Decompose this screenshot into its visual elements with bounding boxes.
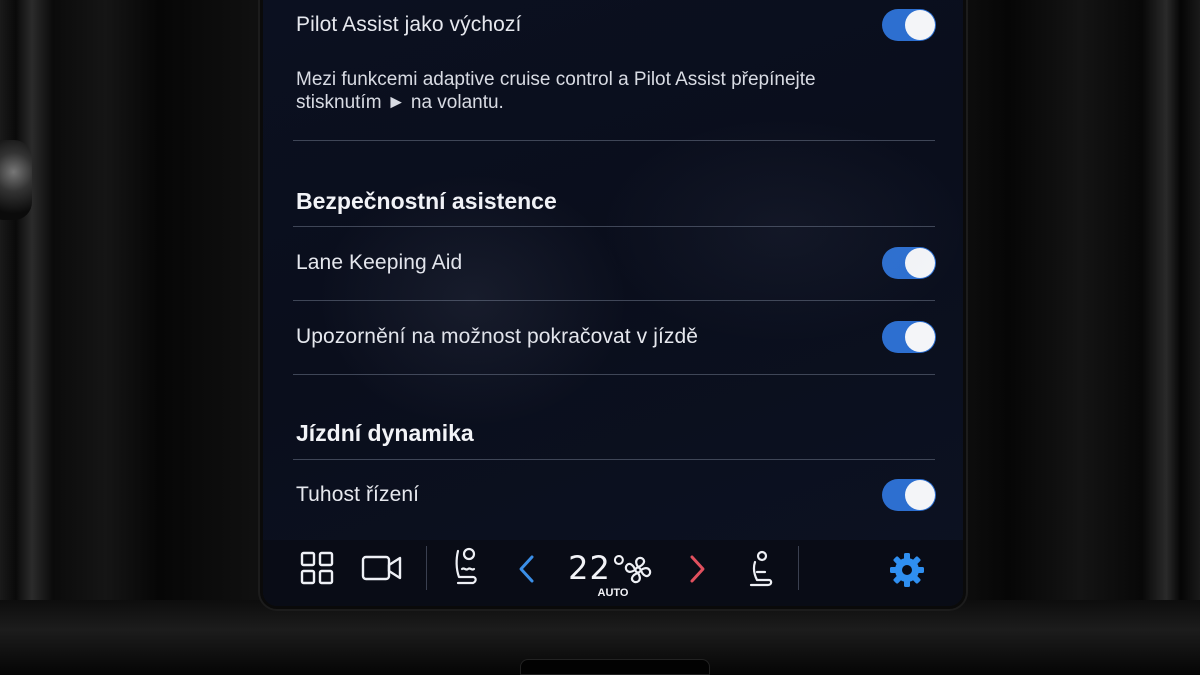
dashboard-bezel-right bbox=[960, 0, 1200, 675]
steering-force-toggle[interactable] bbox=[882, 479, 936, 511]
description-line: stisknutím ► na volantu. bbox=[296, 92, 504, 113]
pilot-assist-description: Mezi funkcemi adaptive cruise control a … bbox=[296, 68, 936, 114]
section-title: Bezpečnostní asistence bbox=[296, 187, 557, 214]
lane-continue-warning-toggle[interactable] bbox=[882, 321, 936, 353]
gear-icon[interactable] bbox=[887, 550, 927, 590]
setting-label: Pilot Assist jako výchozí bbox=[296, 13, 522, 36]
divider bbox=[293, 459, 935, 460]
chevron-right-icon[interactable] bbox=[683, 552, 711, 586]
fan-icon[interactable] bbox=[621, 553, 655, 587]
seat-heat-icon[interactable] bbox=[447, 546, 483, 588]
setting-label: Lane Keeping Aid bbox=[296, 251, 463, 274]
section-title: Jízdní dynamika bbox=[296, 419, 474, 446]
divider bbox=[293, 226, 935, 227]
seat-icon[interactable] bbox=[741, 548, 777, 590]
lane-keeping-aid-toggle[interactable] bbox=[882, 247, 936, 279]
setting-row-steering-force[interactable]: Tuhost řízení bbox=[296, 476, 936, 514]
pilot-assist-default-toggle[interactable] bbox=[882, 9, 936, 41]
setting-label: Upozornění na možnost pokračovat v jízdě bbox=[296, 325, 699, 348]
separator bbox=[798, 546, 799, 590]
setting-row-lane-keeping-aid[interactable]: Lane Keeping Aid bbox=[296, 244, 936, 282]
divider bbox=[293, 300, 935, 301]
center-display: Pilot Assist jako výchozí Mezi funkcemi … bbox=[263, 0, 963, 606]
setting-row-lane-continue-warning[interactable]: Upozornění na možnost pokračovat v jízdě bbox=[296, 318, 936, 356]
dashboard-bezel-bottom bbox=[0, 600, 1200, 675]
camera-icon[interactable] bbox=[359, 550, 405, 586]
chevron-left-icon[interactable] bbox=[513, 552, 541, 586]
volume-knob bbox=[0, 140, 32, 220]
section-header-driving-dynamics: Jízdní dynamika bbox=[296, 415, 936, 451]
air-vent bbox=[520, 659, 710, 675]
dashboard-bezel-left bbox=[0, 0, 265, 675]
grid-icon[interactable] bbox=[297, 548, 337, 588]
description-line: Mezi funkcemi adaptive cruise control a … bbox=[296, 69, 816, 90]
divider bbox=[293, 140, 935, 141]
climate-mode-label: AUTO bbox=[597, 587, 629, 599]
setting-label: Tuhost řízení bbox=[296, 483, 420, 506]
setting-row-pilot-assist-default[interactable]: Pilot Assist jako výchozí bbox=[296, 6, 936, 44]
separator bbox=[426, 546, 427, 590]
section-header-safety: Bezpečnostní asistence bbox=[296, 183, 936, 219]
divider bbox=[293, 374, 935, 375]
climate-bar: 22° AUTO bbox=[263, 540, 963, 606]
